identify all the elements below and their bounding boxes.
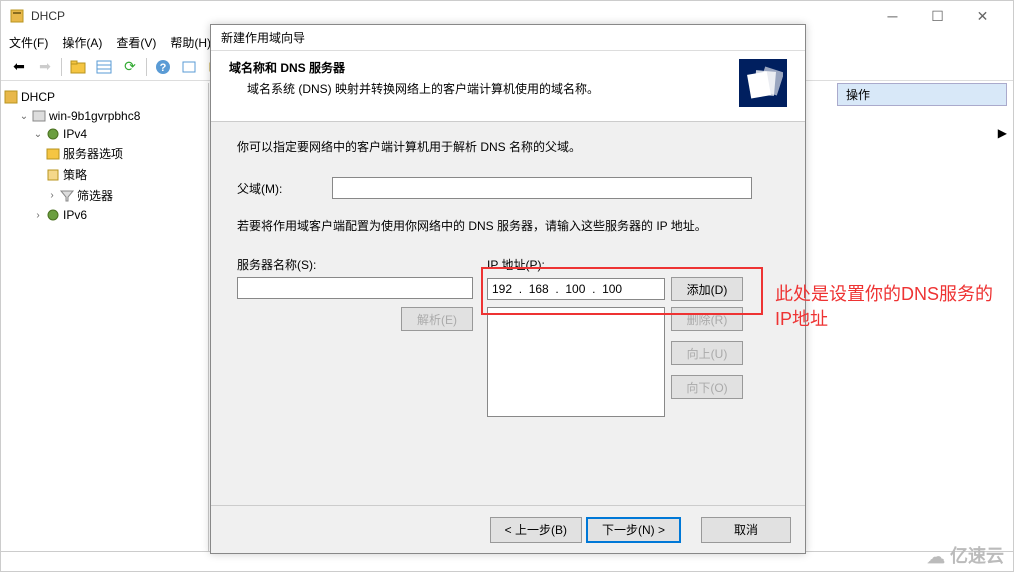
wizard-footer: < 上一步(B) 下一步(N) > 取消 <box>211 505 805 553</box>
server-name-input[interactable] <box>237 277 473 299</box>
forward-icon[interactable]: ➡ <box>33 56 57 78</box>
help-icon[interactable]: ? <box>151 56 175 78</box>
wizard-header-subtitle: 域名系统 (DNS) 映射并转换网络上的客户端计算机使用的域名称。 <box>247 80 599 97</box>
back-button[interactable]: < 上一步(B) <box>490 517 582 543</box>
tree-policy[interactable]: 策略 <box>3 164 206 185</box>
server-icon <box>31 109 49 123</box>
wizard-header: 域名称和 DNS 服务器 域名系统 (DNS) 映射并转换网络上的客户端计算机使… <box>211 51 805 122</box>
parent-domain-label: 父域(M): <box>237 180 332 197</box>
wizard-header-title: 域名称和 DNS 服务器 <box>229 59 599 76</box>
expand-icon[interactable]: › <box>45 190 59 201</box>
ipv6-icon <box>45 208 63 222</box>
menu-file[interactable]: 文件(F) <box>9 34 48 51</box>
refresh-icon[interactable]: ⟳ <box>118 56 142 78</box>
dns-server-text: 若要将作用域客户端配置为使用你网络中的 DNS 服务器，请输入这些服务器的 IP… <box>237 217 779 234</box>
down-button[interactable]: 向下(O) <box>671 375 743 399</box>
wizard-title: 新建作用域向导 <box>211 25 805 51</box>
filter-icon <box>59 189 77 203</box>
folder-icon[interactable] <box>66 56 90 78</box>
maximize-button[interactable]: ☐ <box>915 2 960 30</box>
close-button[interactable]: ✕ <box>960 2 1005 30</box>
wizard-intro-text: 你可以指定要网络中的客户端计算机用于解析 DNS 名称的父域。 <box>237 138 779 155</box>
actions-header: 操作 <box>837 83 1007 106</box>
annotation-highlight <box>481 267 763 315</box>
tree-server[interactable]: ⌄ win-9b1gvrpbhc8 <box>3 107 206 125</box>
policy-icon <box>45 168 63 182</box>
list-icon[interactable] <box>92 56 116 78</box>
server-name-label: 服务器名称(S): <box>237 256 473 273</box>
right-arrow-icon[interactable]: ▶ <box>998 126 1007 140</box>
tree-root[interactable]: DHCP <box>3 87 206 107</box>
watermark: ☁ 亿速云 <box>927 542 1004 568</box>
dns-server-listbox[interactable] <box>487 307 665 417</box>
up-button[interactable]: 向上(U) <box>671 341 743 365</box>
options-icon <box>45 147 63 161</box>
collapse-icon[interactable]: ⌄ <box>17 111 31 122</box>
ipv4-icon <box>45 127 63 141</box>
tree-panel: DHCP ⌄ win-9b1gvrpbhc8 ⌄ IPv4 服务器选项 策略 <box>1 83 209 551</box>
statusbar <box>1 551 1013 571</box>
minimize-button[interactable]: ─ <box>870 2 915 30</box>
collapse-icon[interactable]: ⌄ <box>31 129 45 140</box>
window-title: DHCP <box>31 9 65 23</box>
back-icon[interactable]: ⬅ <box>7 56 31 78</box>
dhcp-icon <box>3 89 21 105</box>
next-button[interactable]: 下一步(N) > <box>586 517 681 543</box>
tree-filter[interactable]: › 筛选器 <box>3 185 206 206</box>
resolve-button[interactable]: 解析(E) <box>401 307 473 331</box>
tree-ipv6[interactable]: › IPv6 <box>3 206 206 224</box>
window-controls: ─ ☐ ✕ <box>870 2 1005 30</box>
app-icon <box>9 8 25 24</box>
cancel-button[interactable]: 取消 <box>701 517 791 543</box>
square-icon[interactable] <box>177 56 201 78</box>
svg-text:?: ? <box>160 62 167 74</box>
tree-ipv4[interactable]: ⌄ IPv4 <box>3 125 206 143</box>
menu-help[interactable]: 帮助(H) <box>170 34 211 51</box>
annotation-text: 此处是设置你的DNS服务的IP地址 <box>775 282 995 332</box>
wizard-banner-icon <box>739 59 787 107</box>
expand-icon[interactable]: › <box>31 210 45 221</box>
tree-server-options[interactable]: 服务器选项 <box>3 143 206 164</box>
parent-domain-input[interactable] <box>332 177 752 199</box>
menu-action[interactable]: 操作(A) <box>62 34 102 51</box>
menu-view[interactable]: 查看(V) <box>116 34 156 51</box>
